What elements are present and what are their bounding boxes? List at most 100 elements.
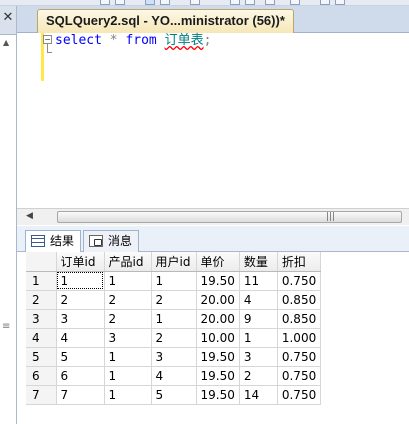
grid-cell[interactable]: 2 — [151, 328, 197, 348]
row-number[interactable]: 4 — [26, 328, 57, 348]
toolbar-button-icon[interactable] — [160, 0, 170, 5]
keyword-select: select — [55, 33, 102, 48]
grid-cell[interactable]: 1 — [239, 328, 278, 348]
toolbar-button-icon[interactable] — [115, 0, 125, 5]
toolbar-button-icon[interactable] — [230, 0, 240, 5]
table-row[interactable]: 5 5 1 3 19.50 3 0.750 — [26, 347, 322, 367]
row-number[interactable]: 1 — [26, 271, 57, 291]
toolbar-button-icon[interactable] — [145, 0, 155, 5]
grid-cell[interactable]: 19.50 — [196, 271, 240, 291]
grid-cell[interactable]: 2 — [56, 290, 105, 310]
row-number[interactable]: 3 — [26, 309, 57, 329]
toolbar-button-icon[interactable] — [245, 0, 255, 5]
editor-horizontal-scrollbar[interactable]: ◀ ||| — [17, 208, 409, 225]
column-header[interactable]: 订单id — [56, 252, 105, 272]
row-number[interactable]: 7 — [26, 385, 57, 405]
scrollbar-thumb[interactable]: ||| — [57, 211, 402, 223]
code-line-1[interactable]: select * from 订单表; — [55, 33, 211, 49]
grid-cell[interactable]: 7 — [56, 385, 105, 405]
object-explorer-edge: ✕ ▲ ≡ — [0, 6, 17, 424]
table-row[interactable]: 1 1 1 1 19.50 11 0.750 — [26, 271, 322, 291]
grid-cell[interactable]: 20.00 — [196, 290, 240, 310]
splitter-grip-icon[interactable]: ≡ — [2, 321, 10, 332]
row-number[interactable]: 2 — [26, 290, 57, 310]
grid-cell[interactable]: 11 — [239, 271, 278, 291]
table-row[interactable]: 4 4 3 2 10.00 1 1.000 — [26, 328, 322, 348]
results-grid[interactable]: 订单id 产品id 用户id 单价 数量 折扣 1 1 1 1 19.50 11… — [26, 252, 322, 405]
grid-cell[interactable]: 1 — [104, 271, 152, 291]
results-tabstrip: 结果 消息 — [17, 226, 409, 253]
toolbar-button-icon[interactable] — [290, 0, 300, 5]
grid-cell[interactable]: 0.850 — [277, 290, 322, 310]
grid-cell[interactable]: 4 — [239, 290, 278, 310]
grid-icon — [31, 235, 45, 247]
grid-cell[interactable]: 1.000 — [277, 328, 322, 348]
grid-cell[interactable]: 14 — [239, 385, 278, 405]
collapse-icon[interactable]: − — [43, 35, 52, 44]
grid-cell[interactable]: 20.00 — [196, 309, 240, 329]
grid-cell[interactable]: 1 — [104, 347, 152, 367]
grid-cell[interactable]: 2 — [104, 290, 152, 310]
star-token: * — [109, 33, 118, 48]
table-name-token: 订单表 — [164, 33, 204, 48]
column-header[interactable]: 折扣 — [277, 252, 322, 272]
toolbar-button-icon[interactable] — [100, 0, 110, 5]
grid-corner[interactable] — [26, 252, 57, 272]
messages-icon — [89, 235, 103, 247]
toolbar-button-icon[interactable] — [190, 0, 200, 5]
grid-cell[interactable]: 0.750 — [277, 271, 322, 291]
grid-cell[interactable]: 9 — [239, 309, 278, 329]
grid-cell[interactable]: 4 — [56, 328, 105, 348]
table-row[interactable]: 2 2 2 2 20.00 4 0.850 — [26, 290, 322, 310]
tab-messages[interactable]: 消息 — [83, 230, 140, 252]
statement-terminator: ; — [203, 33, 212, 48]
tab-results[interactable]: 结果 — [25, 230, 82, 253]
scroll-left-icon[interactable]: ◀ — [26, 211, 33, 221]
grid-cell[interactable]: 5 — [56, 347, 105, 367]
grid-cell[interactable]: 1 — [151, 271, 197, 291]
scroll-up-icon[interactable]: ▲ — [3, 38, 9, 47]
grid-cell[interactable]: 0.850 — [277, 309, 322, 329]
grid-cell[interactable]: 1 — [56, 271, 105, 291]
grid-cell[interactable]: 19.50 — [196, 347, 240, 367]
tab-messages-label: 消息 — [108, 234, 133, 248]
grid-cell[interactable]: 6 — [56, 366, 105, 386]
grid-cell[interactable]: 0.750 — [277, 385, 322, 405]
column-header[interactable]: 单价 — [196, 252, 240, 272]
grid-cell[interactable]: 3 — [56, 309, 105, 329]
table-row[interactable]: 3 3 2 1 20.00 9 0.850 — [26, 309, 322, 329]
close-icon[interactable]: ✕ — [1, 10, 15, 25]
tab-sqlquery2[interactable]: SQLQuery2.sql - YO...ministrator (56))* — [37, 9, 294, 34]
grid-cell[interactable]: 2 — [151, 290, 197, 310]
toolbar-button-icon[interactable] — [265, 0, 275, 5]
row-number[interactable]: 5 — [26, 347, 57, 367]
results-grid-area: 订单id 产品id 用户id 单价 数量 折扣 1 1 1 1 19.50 11… — [17, 252, 409, 424]
grid-cell[interactable]: 10.00 — [196, 328, 240, 348]
grid-cell[interactable]: 19.50 — [196, 385, 240, 405]
row-number[interactable]: 6 — [26, 366, 57, 386]
toolbar-button-icon[interactable] — [335, 0, 345, 5]
query-editor[interactable]: − select * from 订单表; — [17, 33, 409, 208]
grid-cell[interactable]: 3 — [239, 347, 278, 367]
grid-cell[interactable]: 5 — [151, 385, 197, 405]
column-header[interactable]: 产品id — [104, 252, 152, 272]
grid-cell[interactable]: 1 — [104, 366, 152, 386]
grid-cell[interactable]: 0.750 — [277, 366, 322, 386]
fold-guide — [47, 44, 48, 52]
column-header[interactable]: 数量 — [239, 252, 278, 272]
grid-cell[interactable]: 4 — [151, 366, 197, 386]
grid-cell[interactable]: 0.750 — [277, 347, 322, 367]
grid-cell[interactable]: 1 — [151, 309, 197, 329]
scrollbar-grip-icon: ||| — [326, 212, 336, 222]
grid-cell[interactable]: 19.50 — [196, 366, 240, 386]
grid-cell[interactable]: 2 — [104, 309, 152, 329]
table-row[interactable]: 6 6 1 4 19.50 2 0.750 — [26, 366, 322, 386]
grid-cell[interactable]: 2 — [239, 366, 278, 386]
grid-cell[interactable]: 1 — [104, 385, 152, 405]
table-row[interactable]: 7 7 1 5 19.50 14 0.750 — [26, 385, 322, 405]
column-header[interactable]: 用户id — [151, 252, 197, 272]
grid-header-row: 订单id 产品id 用户id 单价 数量 折扣 — [26, 252, 322, 272]
toolbar-button-icon[interactable] — [320, 0, 330, 5]
grid-cell[interactable]: 3 — [104, 328, 152, 348]
grid-cell[interactable]: 3 — [151, 347, 197, 367]
